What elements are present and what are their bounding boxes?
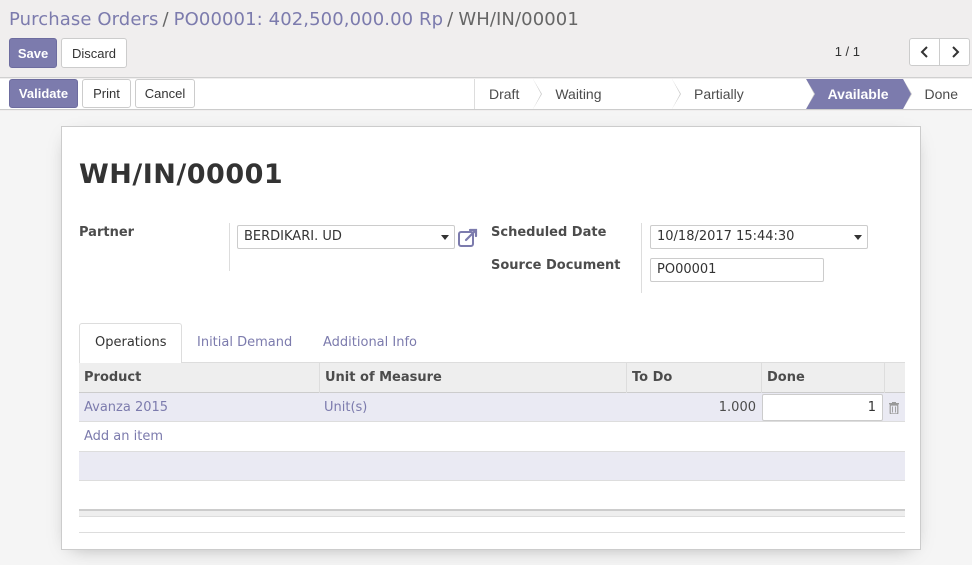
source-document-field[interactable]: PO00001	[650, 258, 824, 282]
pager-next-button[interactable]	[939, 38, 970, 66]
partner-label: Partner	[79, 225, 135, 240]
print-button[interactable]: Print	[82, 79, 131, 108]
divider	[229, 223, 230, 271]
record-title: WH/IN/00001	[79, 159, 284, 190]
column-header-unit-of-measure[interactable]: Unit of Measure	[319, 363, 626, 393]
partner-field[interactable]: BERDIKARI. UD	[237, 225, 455, 249]
pager-previous-button[interactable]	[909, 38, 940, 66]
breadcrumb-purchase-order[interactable]: PO00001: 402,500,000.00 Rp	[174, 9, 443, 30]
tab-operations[interactable]: Operations	[79, 323, 183, 364]
scheduled-date-field[interactable]: 10/18/2017 15:44:30	[650, 225, 868, 249]
breadcrumb-separator: /	[162, 9, 169, 30]
breadcrumb-current: WH/IN/00001	[458, 9, 579, 30]
save-button[interactable]: Save	[9, 38, 57, 68]
chevron-down-icon	[441, 235, 449, 240]
operations-table: Product Unit of Measure To Do Done Avanz…	[79, 363, 905, 517]
column-header-delete	[884, 363, 905, 393]
divider	[79, 532, 905, 533]
pager-value[interactable]: 1 / 1	[835, 44, 860, 59]
stage-available[interactable]: Available	[805, 79, 912, 109]
tab-additional-info[interactable]: Additional Info	[308, 323, 432, 363]
table-header: Product Unit of Measure To Do Done	[79, 363, 905, 393]
trash-icon[interactable]	[889, 402, 899, 414]
column-header-to-do[interactable]: To Do	[626, 363, 761, 393]
tab-initial-demand[interactable]: Initial Demand	[182, 323, 307, 363]
external-link-icon[interactable]	[457, 227, 479, 249]
divider	[641, 223, 642, 293]
stage-waiting-availability[interactable]: Waiting Availability	[533, 79, 681, 132]
form-sheet: WH/IN/00001 Partner BERDIKARI. UD Schedu…	[61, 126, 921, 550]
column-header-done[interactable]: Done	[761, 363, 884, 393]
source-document-value: PO00001	[657, 262, 717, 277]
scheduled-date-value: 10/18/2017 15:44:30	[657, 229, 795, 244]
breadcrumb-purchase-orders[interactable]: Purchase Orders	[9, 9, 159, 30]
control-panel: Purchase Orders / PO00001: 402,500,000.00 …	[0, 0, 972, 78]
status-stages: Draft Waiting Availability Partially Ava…	[474, 79, 972, 132]
breadcrumb-separator: /	[447, 9, 454, 30]
table-footer	[79, 509, 905, 517]
column-header-product[interactable]: Product	[79, 363, 319, 393]
done-input[interactable]: 1	[762, 394, 883, 421]
chevron-down-icon	[854, 235, 862, 240]
product-cell[interactable]: Avanza 2015	[84, 393, 168, 422]
table-row	[79, 452, 905, 481]
source-document-label: Source Document	[491, 258, 621, 273]
partner-value: BERDIKARI. UD	[244, 229, 342, 244]
table-row[interactable]: Avanza 2015 Unit(s) 1.000 1	[79, 393, 905, 422]
breadcrumb: Purchase Orders / PO00001: 402,500,000.00 …	[9, 9, 579, 30]
discard-button[interactable]: Discard	[61, 38, 127, 68]
add-item-link[interactable]: Add an item	[84, 422, 163, 452]
chevron-right-icon	[951, 46, 959, 58]
stage-partially-available[interactable]: Partially Available	[671, 79, 815, 132]
cancel-button[interactable]: Cancel	[135, 79, 195, 108]
stage-done[interactable]: Done	[902, 79, 972, 109]
statusbar: Validate Print Cancel Draft Waiting Avai…	[0, 79, 972, 132]
uom-cell[interactable]: Unit(s)	[324, 393, 367, 422]
chevron-left-icon	[920, 46, 928, 58]
scheduled-date-label: Scheduled Date	[491, 225, 607, 240]
notebook-tabs: Operations Initial Demand Additional Inf…	[79, 323, 905, 364]
stage-draft[interactable]: Draft	[475, 79, 543, 109]
table-spacer	[79, 481, 905, 509]
add-item-row: Add an item	[79, 422, 905, 452]
todo-cell: 1.000	[718, 400, 756, 415]
validate-button[interactable]: Validate	[9, 79, 78, 108]
